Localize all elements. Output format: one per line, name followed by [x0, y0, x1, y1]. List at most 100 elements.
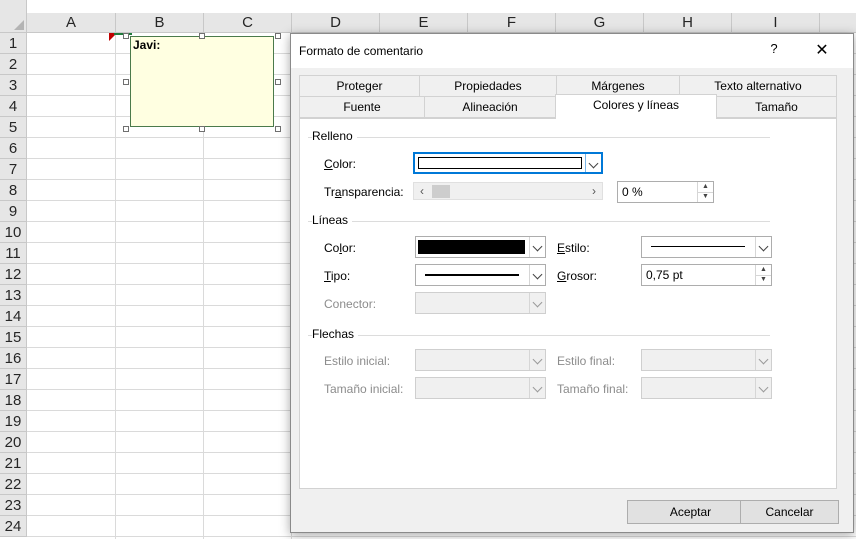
line-weight-spin-buttons[interactable]: ▲ ▼	[755, 265, 771, 285]
spin-down-icon[interactable]: ▼	[756, 275, 771, 285]
resize-handle-s[interactable]	[199, 126, 205, 132]
column-header-d[interactable]: D	[292, 13, 380, 33]
row-header-4[interactable]: 4	[0, 96, 27, 117]
resize-handle-ne[interactable]	[275, 33, 281, 39]
tab-proteger[interactable]: Proteger	[299, 75, 420, 97]
start-style-dropdown	[415, 349, 546, 371]
dialog-titlebar[interactable]: Formato de comentario ? ✕	[291, 34, 853, 68]
row-header-19[interactable]: 19	[0, 411, 27, 432]
chevron-down-icon	[532, 269, 543, 280]
row-header-15[interactable]: 15	[0, 327, 27, 348]
line-color-dropdown[interactable]	[415, 236, 546, 258]
grid-col-line	[115, 33, 116, 539]
row-header-1[interactable]: 1	[0, 33, 27, 54]
row-header-14[interactable]: 14	[0, 306, 27, 327]
chevron-down-icon	[758, 354, 769, 365]
line-style-dropdown[interactable]	[641, 236, 772, 258]
fill-color-dropdown-button[interactable]	[585, 154, 601, 172]
transparency-slider[interactable]: ‹ ›	[413, 182, 603, 200]
comment-box[interactable]: Javi:	[130, 36, 274, 127]
row-header-20[interactable]: 20	[0, 432, 27, 453]
resize-handle-sw[interactable]	[123, 126, 129, 132]
chevron-down-icon	[532, 354, 543, 365]
resize-handle-e[interactable]	[275, 79, 281, 85]
select-all-triangle-icon	[14, 20, 24, 30]
arrows-section-label: Flechas	[312, 327, 359, 341]
line-type-dropdown[interactable]	[415, 264, 546, 286]
row-header-23[interactable]: 23	[0, 495, 27, 516]
spin-down-icon[interactable]: ▼	[698, 192, 713, 202]
line-style-dropdown-button[interactable]	[755, 237, 771, 257]
column-header-j-partial[interactable]	[820, 13, 856, 33]
row-header-18[interactable]: 18	[0, 390, 27, 411]
row-header-7[interactable]: 7	[0, 159, 27, 180]
row-header-9[interactable]: 9	[0, 201, 27, 222]
column-header-h[interactable]: H	[644, 13, 732, 33]
select-all-corner[interactable]	[0, 0, 27, 33]
ribbon-gap	[27, 0, 856, 13]
row-header-10[interactable]: 10	[0, 222, 27, 243]
format-comment-dialog: Formato de comentario ? ✕ Proteger Propi…	[290, 33, 854, 533]
line-type-dropdown-button[interactable]	[529, 265, 545, 285]
line-weight-label: Grosor:	[557, 269, 598, 283]
chevron-down-icon	[532, 382, 543, 393]
line-color-dropdown-button[interactable]	[529, 237, 545, 257]
column-header-i[interactable]: I	[732, 13, 820, 33]
chevron-down-icon	[532, 297, 543, 308]
resize-handle-n[interactable]	[199, 33, 205, 39]
tab-propiedades[interactable]: Propiedades	[419, 75, 557, 97]
row-header-24[interactable]: 24	[0, 516, 27, 537]
row-header-16[interactable]: 16	[0, 348, 27, 369]
chevron-down-icon	[588, 158, 599, 169]
row-header-22[interactable]: 22	[0, 474, 27, 495]
tab-tamano[interactable]: Tamaño	[716, 96, 837, 118]
line-weight-spinner[interactable]: 0,75 pt ▲ ▼	[641, 264, 772, 286]
row-header-21[interactable]: 21	[0, 453, 27, 474]
start-size-dropdown	[415, 377, 546, 399]
connector-label: Conector:	[324, 297, 377, 311]
column-header-e[interactable]: E	[380, 13, 468, 33]
section-divider	[308, 221, 770, 222]
transparency-slider-thumb[interactable]	[432, 185, 450, 198]
row-header-5[interactable]: 5	[0, 117, 27, 138]
column-header-f[interactable]: F	[468, 13, 556, 33]
transparency-spinner[interactable]: 0 % ▲ ▼	[617, 181, 714, 203]
row-header-12[interactable]: 12	[0, 264, 27, 285]
start-size-label: Tamaño inicial:	[324, 382, 404, 396]
column-header-c[interactable]: C	[204, 13, 292, 33]
end-size-dropdown-button	[755, 378, 771, 398]
resize-handle-nw[interactable]	[123, 33, 129, 39]
scroll-left-icon[interactable]: ‹	[415, 184, 429, 198]
resize-handle-se[interactable]	[275, 126, 281, 132]
fill-color-dropdown[interactable]	[413, 152, 603, 174]
tab-fuente[interactable]: Fuente	[299, 96, 425, 118]
lines-section-label: Líneas	[312, 213, 353, 227]
row-header-17[interactable]: 17	[0, 369, 27, 390]
column-header-a[interactable]: A	[27, 13, 116, 33]
ok-button[interactable]: Aceptar	[627, 500, 754, 524]
resize-handle-w[interactable]	[123, 79, 129, 85]
row-header-8[interactable]: 8	[0, 180, 27, 201]
row-header-2[interactable]: 2	[0, 54, 27, 75]
help-button[interactable]: ?	[763, 41, 785, 59]
line-color-label: Color:	[324, 241, 357, 255]
transparency-value[interactable]: 0 %	[622, 185, 643, 199]
close-button[interactable]: ✕	[811, 40, 833, 60]
column-header-g[interactable]: G	[556, 13, 644, 33]
column-header-b[interactable]: B	[116, 13, 204, 33]
transparency-spin-buttons[interactable]: ▲ ▼	[697, 182, 713, 202]
end-size-label: Tamaño final:	[557, 382, 629, 396]
line-weight-value[interactable]: 0,75 pt	[646, 268, 683, 282]
tab-colores-y-lineas[interactable]: Colores y líneas	[555, 94, 717, 119]
scroll-right-icon[interactable]: ›	[587, 184, 601, 198]
row-header-6[interactable]: 6	[0, 138, 27, 159]
cancel-button[interactable]: Cancelar	[740, 500, 839, 524]
grid-row-line	[27, 536, 856, 537]
row-header-13[interactable]: 13	[0, 285, 27, 306]
line-style-label: Estilo:	[557, 241, 590, 255]
row-header-3[interactable]: 3	[0, 75, 27, 96]
end-size-dropdown	[641, 377, 772, 399]
chevron-down-icon	[758, 382, 769, 393]
tab-alineacion[interactable]: Alineación	[424, 96, 556, 118]
row-header-11[interactable]: 11	[0, 243, 27, 264]
